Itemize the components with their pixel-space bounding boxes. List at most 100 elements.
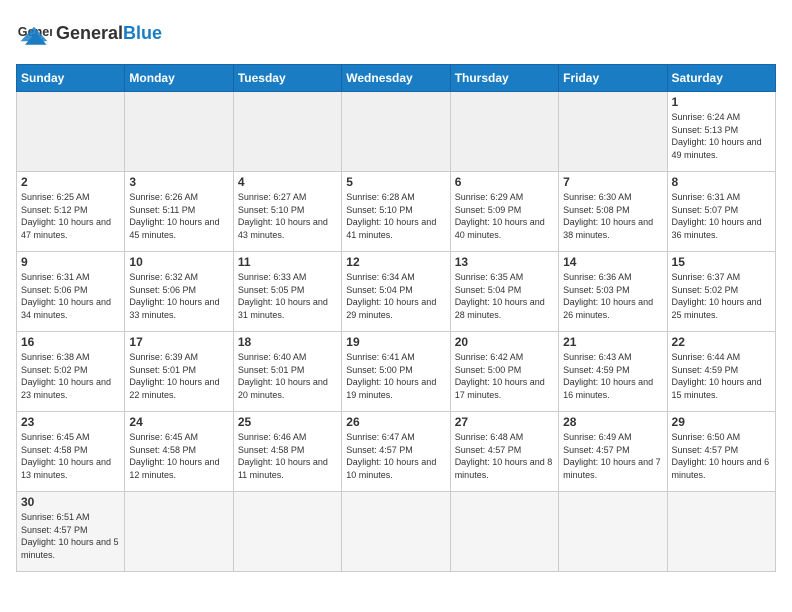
calendar-cell (233, 92, 341, 172)
calendar-cell: 20 Sunrise: 6:42 AM Sunset: 5:00 PM Dayli… (450, 332, 558, 412)
calendar-cell: 15 Sunrise: 6:37 AM Sunset: 5:02 PM Dayli… (667, 252, 775, 332)
day-info: Sunrise: 6:34 AM Sunset: 5:04 PM Dayligh… (346, 271, 445, 321)
day-info: Sunrise: 6:47 AM Sunset: 4:57 PM Dayligh… (346, 431, 445, 481)
day-number: 9 (21, 255, 120, 269)
calendar-cell: 18Sunrise: 6:40 AM Sunset: 5:01 PM Dayli… (233, 332, 341, 412)
day-info: Sunrise: 6:32 AM Sunset: 5:06 PM Dayligh… (129, 271, 228, 321)
day-info: Sunrise: 6:26 AM Sunset: 5:11 PM Dayligh… (129, 191, 228, 241)
day-number: 8 (672, 175, 771, 189)
day-info: Sunrise: 6:38 AM Sunset: 5:02 PM Dayligh… (21, 351, 120, 401)
calendar-cell: 24 Sunrise: 6:45 AM Sunset: 4:58 PM Dayli… (125, 412, 233, 492)
weekday-header-friday: Friday (559, 65, 667, 92)
calendar-week-row: 30 Sunrise: 6:51 AM Sunset: 4:57 PM Dayli… (17, 492, 776, 572)
day-number: 20 (455, 335, 554, 349)
calendar-cell: 30 Sunrise: 6:51 AM Sunset: 4:57 PM Dayli… (17, 492, 125, 572)
day-info: Sunrise: 6:29 AM Sunset: 5:09 PM Dayligh… (455, 191, 554, 241)
calendar-cell: 29 Sunrise: 6:50 AM Sunset: 4:57 PM Dayli… (667, 412, 775, 492)
calendar-week-row: 1Sunrise: 6:24 AM Sunset: 5:13 PM Daylig… (17, 92, 776, 172)
day-number: 4 (238, 175, 337, 189)
day-info: Sunrise: 6:49 AM Sunset: 4:57 PM Dayligh… (563, 431, 662, 481)
day-number: 15 (672, 255, 771, 269)
logo-text: GeneralBlue (56, 24, 162, 44)
calendar-cell: 23 Sunrise: 6:45 AM Sunset: 4:58 PM Dayli… (17, 412, 125, 492)
day-number: 23 (21, 415, 120, 429)
calendar-cell: 16 Sunrise: 6:38 AM Sunset: 5:02 PM Dayli… (17, 332, 125, 412)
day-number: 25 (238, 415, 337, 429)
calendar-cell: 12 Sunrise: 6:34 AM Sunset: 5:04 PM Dayli… (342, 252, 450, 332)
calendar-cell: 11Sunrise: 6:33 AM Sunset: 5:05 PM Dayli… (233, 252, 341, 332)
calendar-cell: 7 Sunrise: 6:30 AM Sunset: 5:08 PM Daylig… (559, 172, 667, 252)
day-info: Sunrise: 6:51 AM Sunset: 4:57 PM Dayligh… (21, 511, 120, 561)
calendar-cell: 25 Sunrise: 6:46 AM Sunset: 4:58 PM Dayli… (233, 412, 341, 492)
calendar-cell: 1Sunrise: 6:24 AM Sunset: 5:13 PM Daylig… (667, 92, 775, 172)
day-number: 30 (21, 495, 120, 509)
day-info: Sunrise: 6:30 AM Sunset: 5:08 PM Dayligh… (563, 191, 662, 241)
day-number: 1 (672, 95, 771, 109)
day-number: 10 (129, 255, 228, 269)
day-number: 26 (346, 415, 445, 429)
calendar-cell: 28 Sunrise: 6:49 AM Sunset: 4:57 PM Dayli… (559, 412, 667, 492)
day-info: Sunrise: 6:31 AM Sunset: 5:07 PM Dayligh… (672, 191, 771, 241)
day-number: 22 (672, 335, 771, 349)
day-number: 21 (563, 335, 662, 349)
day-info: Sunrise: 6:48 AM Sunset: 4:57 PM Dayligh… (455, 431, 554, 481)
day-info: Sunrise: 6:28 AM Sunset: 5:10 PM Dayligh… (346, 191, 445, 241)
day-info: Sunrise: 6:31 AM Sunset: 5:06 PM Dayligh… (21, 271, 120, 321)
calendar-cell: 19Sunrise: 6:41 AM Sunset: 5:00 PM Dayli… (342, 332, 450, 412)
day-info: Sunrise: 6:44 AM Sunset: 4:59 PM Dayligh… (672, 351, 771, 401)
day-number: 12 (346, 255, 445, 269)
weekday-header-sunday: Sunday (17, 65, 125, 92)
day-number: 16 (21, 335, 120, 349)
day-info: Sunrise: 6:45 AM Sunset: 4:58 PM Dayligh… (129, 431, 228, 481)
day-number: 13 (455, 255, 554, 269)
calendar-week-row: 16 Sunrise: 6:38 AM Sunset: 5:02 PM Dayli… (17, 332, 776, 412)
day-info: Sunrise: 6:25 AM Sunset: 5:12 PM Dayligh… (21, 191, 120, 241)
day-number: 18 (238, 335, 337, 349)
day-number: 24 (129, 415, 228, 429)
calendar-cell: 26 Sunrise: 6:47 AM Sunset: 4:57 PM Dayli… (342, 412, 450, 492)
weekday-header-saturday: Saturday (667, 65, 775, 92)
calendar-cell: 27Sunrise: 6:48 AM Sunset: 4:57 PM Dayli… (450, 412, 558, 492)
day-number: 6 (455, 175, 554, 189)
calendar-cell: 21 Sunrise: 6:43 AM Sunset: 4:59 PM Dayli… (559, 332, 667, 412)
calendar-week-row: 23 Sunrise: 6:45 AM Sunset: 4:58 PM Dayli… (17, 412, 776, 492)
calendar-cell (450, 492, 558, 572)
calendar-cell (125, 92, 233, 172)
day-info: Sunrise: 6:50 AM Sunset: 4:57 PM Dayligh… (672, 431, 771, 481)
calendar-cell (559, 492, 667, 572)
calendar-cell (667, 492, 775, 572)
calendar-cell: 10 Sunrise: 6:32 AM Sunset: 5:06 PM Dayli… (125, 252, 233, 332)
calendar-cell (559, 92, 667, 172)
calendar-cell: 22 Sunrise: 6:44 AM Sunset: 4:59 PM Dayli… (667, 332, 775, 412)
calendar-cell: 6 Sunrise: 6:29 AM Sunset: 5:09 PM Daylig… (450, 172, 558, 252)
calendar-cell: 13 Sunrise: 6:35 AM Sunset: 5:04 PM Dayli… (450, 252, 558, 332)
logo: General GeneralBlue (16, 16, 162, 52)
calendar-cell: 8 Sunrise: 6:31 AM Sunset: 5:07 PM Daylig… (667, 172, 775, 252)
day-number: 29 (672, 415, 771, 429)
day-info: Sunrise: 6:35 AM Sunset: 5:04 PM Dayligh… (455, 271, 554, 321)
calendar-cell: 4Sunrise: 6:27 AM Sunset: 5:10 PM Daylig… (233, 172, 341, 252)
calendar-cell: 9 Sunrise: 6:31 AM Sunset: 5:06 PM Daylig… (17, 252, 125, 332)
day-number: 11 (238, 255, 337, 269)
page-header: General GeneralBlue (16, 16, 776, 52)
day-number: 28 (563, 415, 662, 429)
day-info: Sunrise: 6:42 AM Sunset: 5:00 PM Dayligh… (455, 351, 554, 401)
calendar-header-row: SundayMondayTuesdayWednesdayThursdayFrid… (17, 65, 776, 92)
day-info: Sunrise: 6:39 AM Sunset: 5:01 PM Dayligh… (129, 351, 228, 401)
day-info: Sunrise: 6:45 AM Sunset: 4:58 PM Dayligh… (21, 431, 120, 481)
day-info: Sunrise: 6:43 AM Sunset: 4:59 PM Dayligh… (563, 351, 662, 401)
day-number: 2 (21, 175, 120, 189)
calendar-cell (342, 92, 450, 172)
day-number: 19 (346, 335, 445, 349)
day-number: 7 (563, 175, 662, 189)
weekday-header-wednesday: Wednesday (342, 65, 450, 92)
weekday-header-monday: Monday (125, 65, 233, 92)
calendar-cell (342, 492, 450, 572)
calendar-table: SundayMondayTuesdayWednesdayThursdayFrid… (16, 64, 776, 572)
day-info: Sunrise: 6:46 AM Sunset: 4:58 PM Dayligh… (238, 431, 337, 481)
calendar-cell (17, 92, 125, 172)
day-number: 14 (563, 255, 662, 269)
calendar-week-row: 2 Sunrise: 6:25 AM Sunset: 5:12 PM Daylig… (17, 172, 776, 252)
calendar-cell: 5Sunrise: 6:28 AM Sunset: 5:10 PM Daylig… (342, 172, 450, 252)
day-info: Sunrise: 6:37 AM Sunset: 5:02 PM Dayligh… (672, 271, 771, 321)
